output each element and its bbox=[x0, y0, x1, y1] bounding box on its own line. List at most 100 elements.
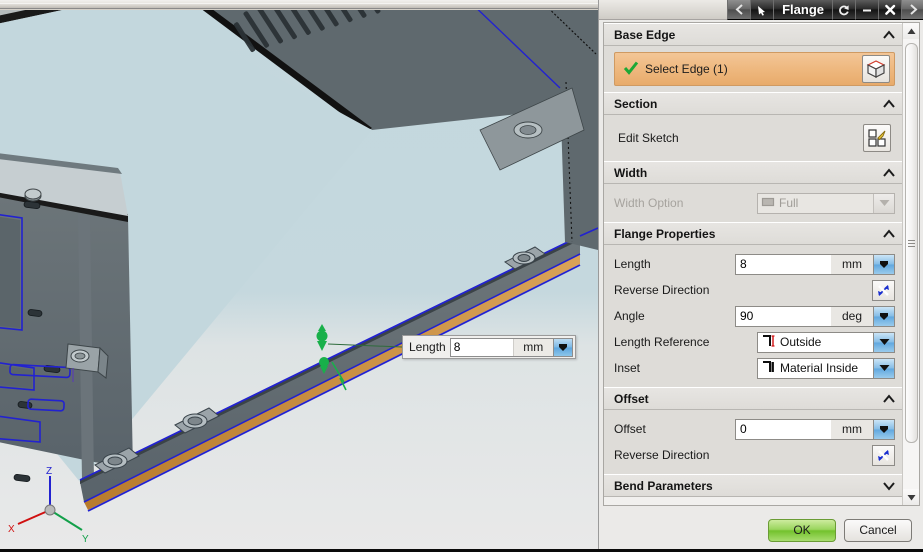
back-button[interactable] bbox=[727, 0, 751, 20]
dialog-cursor-icon[interactable] bbox=[750, 0, 774, 20]
width-option-dropdown[interactable]: Full bbox=[757, 192, 895, 214]
chevron-up-icon-width[interactable] bbox=[881, 165, 897, 181]
reverse-direction-row-flange: Reverse Direction bbox=[614, 277, 895, 303]
inset-dropdown[interactable]: Material Inside bbox=[757, 357, 895, 379]
reverse-direction-icon-offset[interactable] bbox=[872, 444, 895, 466]
length-reference-value: Outside bbox=[780, 335, 822, 349]
group-title-bend-parameters: Bend Parameters bbox=[614, 478, 713, 493]
length-label: Length bbox=[614, 257, 651, 271]
group-title-flange-properties: Flange Properties bbox=[614, 226, 716, 241]
reset-button[interactable] bbox=[832, 0, 855, 20]
scrollbar-thumb[interactable] bbox=[905, 43, 918, 443]
group-title-base-edge: Base Edge bbox=[614, 27, 676, 42]
check-icon bbox=[623, 60, 639, 79]
dialog-footer: OK Cancel bbox=[599, 508, 923, 552]
outside-reference-icon bbox=[761, 334, 776, 351]
group-body-offset: Offset 0 mm Reverse Direction bbox=[604, 410, 903, 474]
offset-label: Offset bbox=[614, 422, 646, 436]
triad-x-label: X bbox=[8, 524, 15, 535]
reverse-direction-icon-flange[interactable] bbox=[872, 279, 895, 301]
offset-input[interactable]: 0 bbox=[736, 419, 831, 439]
reverse-direction-row-offset: Reverse Direction bbox=[614, 442, 895, 468]
titlebar-drag-area[interactable] bbox=[599, 0, 728, 20]
group-title-offset: Offset bbox=[614, 391, 649, 406]
3d-viewport[interactable]: Z X Y Length 8 mm bbox=[0, 10, 598, 552]
group-body-base-edge: Select Edge (1) bbox=[604, 46, 903, 92]
length-reference-dropdown[interactable]: Outside bbox=[757, 331, 895, 353]
full-width-icon bbox=[761, 196, 775, 211]
dialog-scrollbar[interactable] bbox=[902, 23, 919, 505]
cube-select-icon[interactable] bbox=[862, 55, 890, 83]
offset-field[interactable]: 0 mm bbox=[735, 418, 895, 440]
scrollbar-down-arrow-icon[interactable] bbox=[903, 489, 919, 505]
group-body-section: Edit Sketch bbox=[604, 115, 903, 161]
cancel-button[interactable]: Cancel bbox=[844, 518, 912, 542]
chevron-up-icon-flange-properties[interactable] bbox=[881, 226, 897, 242]
offset-unit-dropdown[interactable]: mm bbox=[831, 419, 873, 439]
angle-unit-dropdown[interactable]: deg bbox=[831, 306, 873, 326]
flange-dialog: Flange Base Edge Select Edge (1) Section… bbox=[598, 0, 923, 552]
group-title-section: Section bbox=[614, 96, 658, 111]
group-header-offset[interactable]: Offset bbox=[604, 387, 903, 410]
group-header-base-edge[interactable]: Base Edge bbox=[604, 23, 903, 46]
chevron-down-icon-inset[interactable] bbox=[873, 358, 894, 378]
length-row: Length 8 mm bbox=[614, 251, 895, 277]
floating-length-label: Length bbox=[409, 340, 446, 354]
group-header-bend-parameters[interactable]: Bend Parameters bbox=[604, 474, 903, 497]
scrollbar-grip-icon bbox=[908, 238, 915, 249]
application-window: Z X Y Length 8 mm Flange Base Edge Selec… bbox=[0, 0, 923, 552]
scrollbar-up-arrow-icon[interactable] bbox=[903, 23, 919, 39]
angle-label: Angle bbox=[614, 309, 645, 323]
offset-row: Offset 0 mm bbox=[614, 416, 895, 442]
chevron-up-icon-section[interactable] bbox=[881, 96, 897, 112]
forward-button[interactable] bbox=[901, 0, 923, 20]
coordinate-triad: Z X Y bbox=[8, 466, 89, 545]
group-title-width: Width bbox=[614, 165, 648, 180]
group-body-flange-properties: Length 8 mm Reverse Direction Angle 90 d… bbox=[604, 245, 903, 387]
angle-field[interactable]: 90 deg bbox=[735, 305, 895, 327]
ok-button[interactable]: OK bbox=[768, 518, 836, 542]
angle-spinner-icon[interactable] bbox=[873, 306, 894, 326]
length-input[interactable]: 8 bbox=[736, 254, 831, 274]
length-spinner-icon[interactable] bbox=[873, 254, 894, 274]
select-edge-label: Select Edge (1) bbox=[645, 62, 728, 76]
width-option-row: Width Option Full bbox=[614, 190, 895, 216]
group-header-section[interactable]: Section bbox=[604, 92, 903, 115]
length-reference-label: Length Reference bbox=[614, 335, 710, 349]
group-body-width: Width Option Full bbox=[604, 184, 903, 222]
sketch-pencil-icon[interactable] bbox=[863, 124, 891, 152]
material-inside-icon bbox=[761, 360, 776, 377]
inset-label: Inset bbox=[614, 361, 641, 375]
close-button[interactable] bbox=[878, 0, 901, 20]
chevron-down-icon-bend-parameters[interactable] bbox=[881, 478, 897, 494]
triad-z-label: Z bbox=[46, 466, 52, 477]
chevron-up-icon-base-edge[interactable] bbox=[881, 27, 897, 43]
floating-length-widget[interactable]: Length 8 mm bbox=[402, 335, 576, 359]
length-field[interactable]: 8 mm bbox=[735, 253, 895, 275]
edit-sketch-row[interactable]: Edit Sketch bbox=[614, 121, 895, 155]
dialog-body: Base Edge Select Edge (1) Section Edit S… bbox=[603, 22, 920, 506]
chevron-down-icon-length-reference[interactable] bbox=[873, 332, 894, 352]
dialog-title: Flange bbox=[773, 0, 832, 20]
group-header-width[interactable]: Width bbox=[604, 161, 903, 184]
length-unit-dropdown[interactable]: mm bbox=[831, 254, 873, 274]
minimize-button[interactable] bbox=[855, 0, 878, 20]
dialog-scroll-area: Base Edge Select Edge (1) Section Edit S… bbox=[604, 23, 903, 505]
width-option-label: Width Option bbox=[614, 196, 684, 210]
group-header-flange-properties[interactable]: Flange Properties bbox=[604, 222, 903, 245]
edit-sketch-label: Edit Sketch bbox=[618, 131, 679, 145]
floating-length-input[interactable]: 8 bbox=[450, 338, 513, 356]
chevron-up-icon-offset[interactable] bbox=[881, 391, 897, 407]
triad-y-label: Y bbox=[82, 534, 89, 545]
select-edge-row[interactable]: Select Edge (1) bbox=[614, 52, 895, 86]
offset-spinner-icon[interactable] bbox=[873, 419, 894, 439]
length-reference-row: Length Reference Outside bbox=[614, 329, 895, 355]
floating-length-spinner-icon[interactable] bbox=[552, 338, 572, 356]
inset-row: Inset Material Inside bbox=[614, 355, 895, 381]
width-option-value: Full bbox=[779, 196, 799, 210]
angle-input[interactable]: 90 bbox=[736, 306, 831, 326]
reverse-direction-label-offset: Reverse Direction bbox=[614, 448, 710, 462]
dialog-titlebar: Flange bbox=[599, 0, 923, 20]
floating-length-unit[interactable]: mm bbox=[512, 338, 553, 356]
chevron-down-icon-width-option[interactable] bbox=[873, 193, 894, 213]
